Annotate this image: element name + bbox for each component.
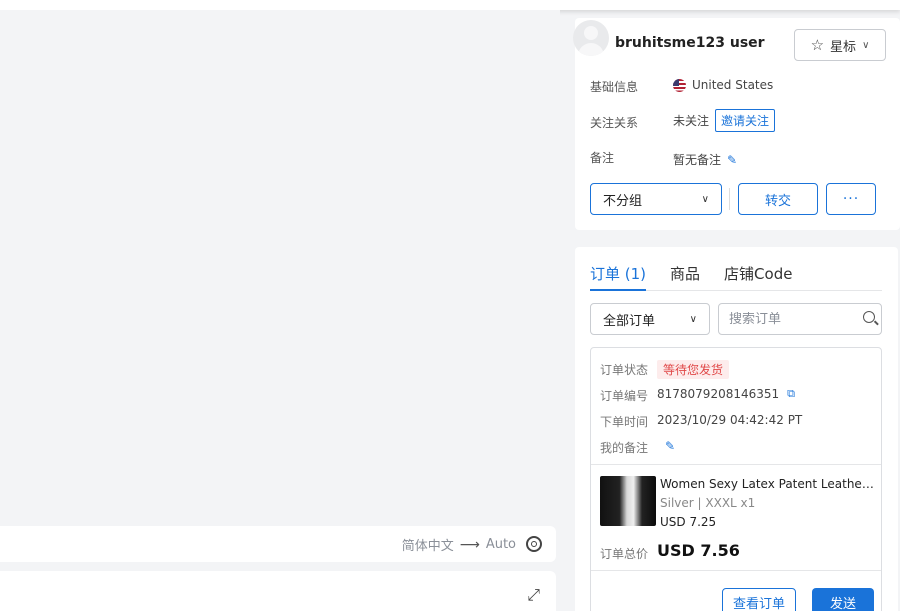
my-note-edit: ✎ — [665, 439, 675, 453]
country-text: United States — [692, 78, 774, 92]
order-total-label: 订单总价 — [600, 547, 649, 561]
transfer-button[interactable]: 转交 — [738, 183, 818, 215]
order-filter-value: 全部订单 — [603, 313, 656, 329]
order-item: 订单状态 等待您发货 订单编号 8178079208146351 ⧉ 下单时间 … — [590, 347, 882, 611]
us-flag-icon — [673, 78, 686, 92]
divider — [591, 464, 881, 465]
basic-info-label: 基础信息 — [590, 80, 639, 94]
orders-card: 订单 (1) 商品 店铺Code 全部订单 ∨ 订单状态 等待您发货 订单编号 … — [575, 247, 898, 611]
top-bar — [0, 0, 900, 10]
chevron-down-icon: ∨ — [862, 39, 870, 51]
order-number-value: 8178079208146351 ⧉ — [657, 387, 795, 401]
order-number-label: 订单编号 — [600, 389, 649, 403]
product-variant: Silver | XXXL x1 — [660, 496, 756, 510]
order-status-value: 等待您发货 — [657, 360, 730, 379]
product-price: USD 7.25 — [660, 515, 717, 529]
divider — [591, 570, 881, 571]
translate-bar: 简体中文 ⟶ Auto — [0, 526, 556, 562]
status-badge: 等待您发货 — [657, 360, 730, 379]
follow-value: 未关注 邀请关注 — [673, 109, 776, 132]
copy-icon[interactable]: ⧉ — [787, 387, 795, 401]
tab-shop-code[interactable]: 店铺Code — [724, 263, 792, 291]
view-order-button[interactable]: 查看订单 — [722, 588, 796, 611]
star-label: 星标 — [830, 39, 857, 55]
product-image[interactable] — [600, 476, 656, 526]
message-composer[interactable]: ⤢ — [0, 571, 556, 611]
chat-area — [0, 10, 560, 611]
user-name: bruhitsme123 user — [615, 35, 765, 51]
gear-icon[interactable] — [526, 536, 542, 552]
orders-tabs: 订单 (1) 商品 店铺Code — [590, 263, 882, 291]
tab-products[interactable]: 商品 — [670, 263, 700, 291]
translate-target-lang: Auto — [485, 537, 516, 552]
product-title[interactable]: Women Sexy Latex Patent Leather T... — [660, 477, 876, 491]
avatar — [573, 20, 609, 56]
my-note-label: 我的备注 — [600, 441, 649, 455]
group-select-value: 不分组 — [603, 193, 643, 209]
order-total-value: USD 7.56 — [657, 541, 740, 560]
divider — [729, 188, 730, 210]
note-value: 暂无备注 ✎ — [673, 151, 737, 168]
chevron-down-icon: ∨ — [689, 313, 697, 325]
tab-orders[interactable]: 订单 (1) — [590, 263, 647, 291]
order-search-input[interactable] — [729, 311, 849, 327]
translate-source-lang: 简体中文 — [401, 539, 454, 554]
more-options-button[interactable]: ··· — [826, 183, 876, 215]
country-value: United States — [673, 78, 773, 92]
follow-label: 关注关系 — [590, 116, 639, 130]
user-info-card: bruhitsme123 user ☆ 星标 ∨ 基础信息 United Sta… — [573, 18, 900, 230]
translate-language-pair[interactable]: 简体中文 ⟶ Auto — [401, 535, 516, 555]
order-time-value: 2023/10/29 04:42:42 PT — [657, 413, 803, 427]
chevron-down-icon: ∨ — [701, 193, 709, 205]
follow-status: 未关注 — [673, 114, 710, 128]
star-button[interactable]: ☆ 星标 ∨ — [794, 29, 886, 61]
order-filter-select[interactable]: 全部订单 ∨ — [590, 303, 710, 335]
note-text: 暂无备注 — [673, 153, 722, 167]
edit-pencil-icon[interactable]: ✎ — [727, 153, 737, 167]
edit-pencil-icon[interactable]: ✎ — [665, 439, 675, 453]
star-icon: ☆ — [810, 36, 825, 54]
order-status-label: 订单状态 — [600, 363, 649, 377]
arrow-right-icon: ⟶ — [459, 536, 480, 553]
expand-icon[interactable]: ⤢ — [527, 585, 540, 605]
order-number-text: 8178079208146351 — [657, 387, 780, 401]
order-search-box — [718, 303, 882, 335]
order-time-label: 下单时间 — [600, 415, 649, 429]
send-button[interactable]: 发送 — [812, 588, 874, 611]
search-icon[interactable] — [863, 311, 875, 323]
note-label: 备注 — [590, 151, 615, 165]
invite-follow-button[interactable]: 邀请关注 — [715, 109, 776, 132]
group-select[interactable]: 不分组 ∨ — [590, 183, 722, 215]
